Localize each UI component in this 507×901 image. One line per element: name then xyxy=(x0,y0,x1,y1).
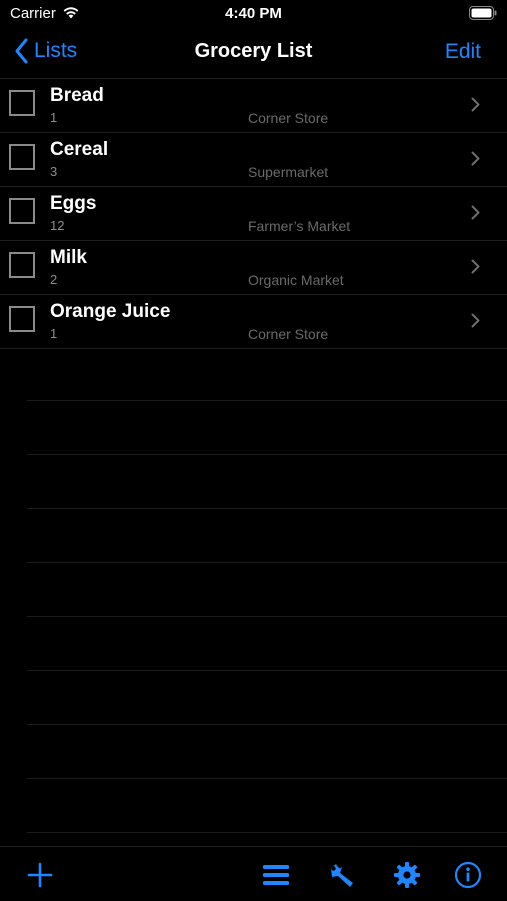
wrench-icon[interactable] xyxy=(328,861,356,889)
empty-list-area xyxy=(27,347,507,833)
item-store: Organic Market xyxy=(248,272,344,288)
item-name: Orange Juice xyxy=(50,301,171,322)
empty-row-separator xyxy=(27,509,507,563)
chevron-right-icon xyxy=(471,151,480,166)
list-item[interactable]: Bread 1 Corner Store xyxy=(0,79,507,133)
item-name: Cereal xyxy=(50,139,109,160)
chevron-right-icon xyxy=(471,205,480,220)
item-store: Corner Store xyxy=(248,110,329,126)
gear-icon[interactable] xyxy=(393,861,421,889)
item-checkbox[interactable] xyxy=(9,306,35,332)
item-checkbox[interactable] xyxy=(9,198,35,224)
list-icon[interactable] xyxy=(262,861,290,889)
bottom-toolbar xyxy=(0,846,507,901)
info-icon[interactable] xyxy=(454,861,482,889)
item-quantity: 3 xyxy=(50,164,58,179)
list-item[interactable]: Cereal 3 Supermarket xyxy=(0,133,507,187)
item-checkbox[interactable] xyxy=(9,144,35,170)
item-quantity: 1 xyxy=(50,326,58,341)
empty-row-separator xyxy=(27,347,507,401)
list-item[interactable]: Milk 2 Organic Market xyxy=(0,241,507,295)
item-quantity: 1 xyxy=(50,110,58,125)
empty-row-separator xyxy=(27,401,507,455)
status-bar: Carrier 4:40 PM xyxy=(0,0,507,28)
item-quantity: 12 xyxy=(50,218,65,233)
empty-row-separator xyxy=(27,617,507,671)
chevron-right-icon xyxy=(471,259,480,274)
page-title: Grocery List xyxy=(194,40,313,62)
list-item[interactable]: Orange Juice 1 Corner Store xyxy=(0,295,507,349)
empty-row-separator xyxy=(27,455,507,509)
add-icon[interactable] xyxy=(26,861,54,889)
chevron-right-icon xyxy=(471,97,480,112)
edit-button[interactable]: Edit xyxy=(445,40,481,64)
item-name: Milk xyxy=(50,247,87,268)
item-store: Corner Store xyxy=(248,326,329,342)
item-name: Eggs xyxy=(50,193,97,214)
empty-row-separator xyxy=(27,563,507,617)
grocery-list: Bread 1 Corner Store Cereal 3 Supermarke… xyxy=(0,79,507,349)
item-quantity: 2 xyxy=(50,272,58,287)
list-item[interactable]: Eggs 12 Farmer’s Market xyxy=(0,187,507,241)
item-name: Bread xyxy=(50,85,104,106)
empty-row-separator xyxy=(27,671,507,725)
clock: 4:40 PM xyxy=(225,5,282,22)
navigation-bar: Lists Grocery List Edit xyxy=(0,28,507,79)
item-checkbox[interactable] xyxy=(9,252,35,278)
empty-row-separator xyxy=(27,779,507,833)
item-checkbox[interactable] xyxy=(9,90,35,116)
empty-row-separator xyxy=(27,725,507,779)
item-store: Farmer’s Market xyxy=(248,218,351,234)
chevron-right-icon xyxy=(471,313,480,328)
battery-icon xyxy=(469,6,497,20)
item-store: Supermarket xyxy=(248,164,329,180)
